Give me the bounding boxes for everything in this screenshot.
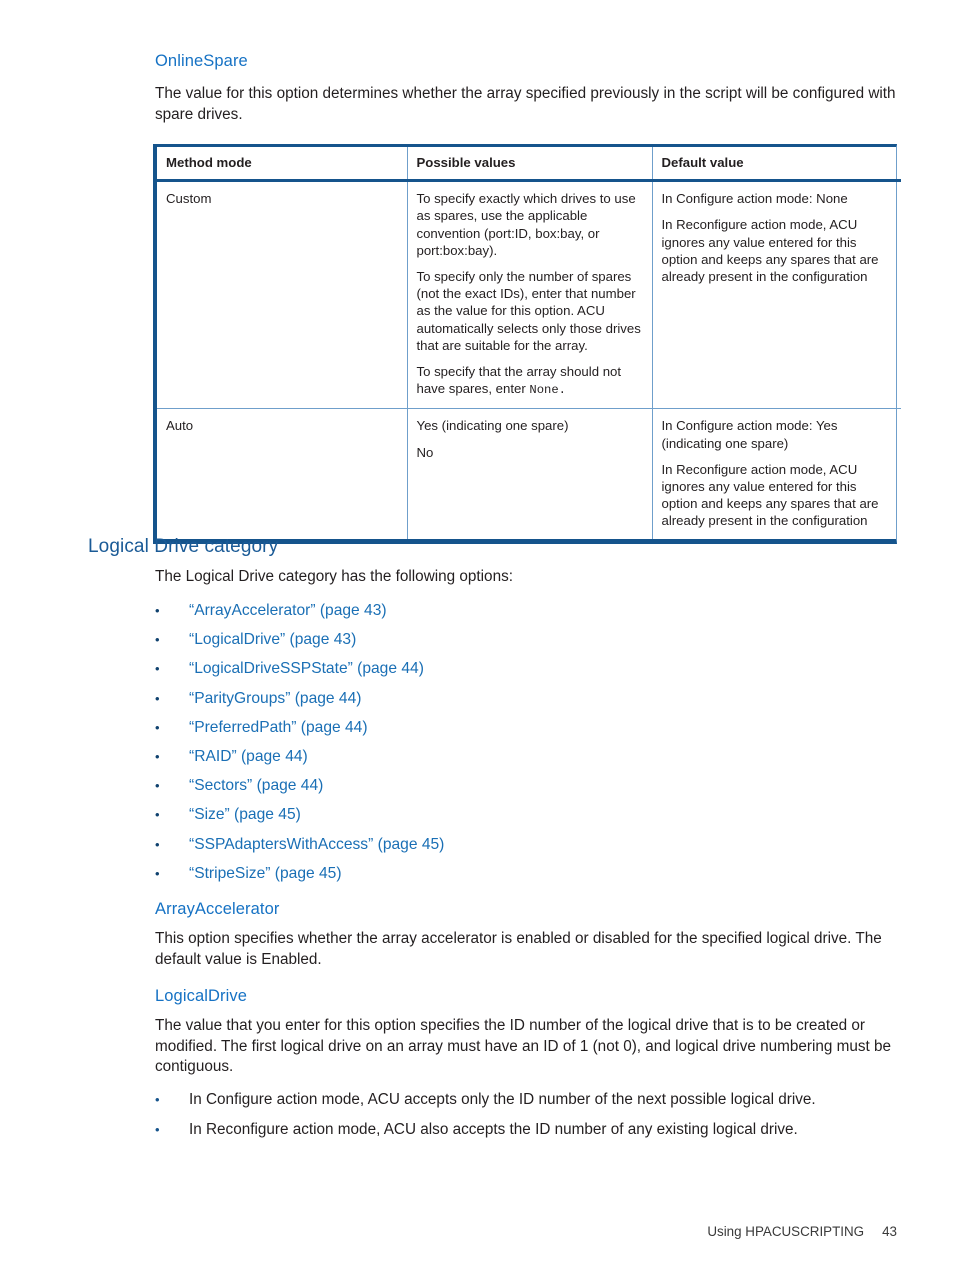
logical-drive-option-list: • “ArrayAccelerator” (page 43) • “Logica… bbox=[155, 596, 444, 888]
cross-reference-link[interactable]: “RAID” (page 44) bbox=[189, 742, 308, 771]
column-header-possible-values: Possible values bbox=[407, 147, 653, 183]
cell-default-value: In Configure action mode: None In Reconf… bbox=[652, 181, 901, 409]
heading-online-spare: OnlineSpare bbox=[155, 52, 248, 70]
possible-values-para: To specify that the array should not hav… bbox=[417, 363, 643, 399]
possible-values-para: Yes (indicating one spare) bbox=[416, 418, 569, 434]
cell-method-mode: Custom bbox=[157, 180, 408, 409]
table-row: Auto Yes (indicating one spare) No In Co… bbox=[157, 408, 901, 539]
cross-reference-link[interactable]: “ArrayAccelerator” (page 43) bbox=[189, 596, 387, 625]
list-item[interactable]: • “ParityGroups” (page 44) bbox=[155, 684, 444, 713]
cross-reference-link[interactable]: “PreferredPath” (page 44) bbox=[189, 713, 368, 742]
list-item[interactable]: • “Sectors” (page 44) bbox=[155, 771, 444, 800]
possible-values-para: To specify exactly which drives to use a… bbox=[416, 191, 636, 258]
cross-reference-link[interactable]: “ParityGroups” (page 44) bbox=[189, 684, 361, 713]
bullet-icon: • bbox=[155, 632, 160, 648]
bullet-icon: • bbox=[155, 865, 160, 881]
list-item[interactable]: • “ArrayAccelerator” (page 43) bbox=[155, 596, 444, 625]
heading-array-accelerator: ArrayAccelerator bbox=[155, 900, 280, 918]
logical-drive-mode-list: • In Configure action mode, ACU accepts … bbox=[155, 1085, 816, 1145]
cross-reference-link[interactable]: “StripeSize” (page 45) bbox=[189, 859, 342, 888]
bullet-icon: • bbox=[155, 807, 160, 823]
bullet-icon: • bbox=[155, 748, 160, 764]
paragraph-logical-drive: The value that you enter for this option… bbox=[155, 1017, 892, 1075]
possible-values-para: To specify only the number of spares (no… bbox=[416, 269, 641, 353]
list-item[interactable]: • “Size” (page 45) bbox=[155, 800, 444, 829]
list-item[interactable]: • “SSPAdaptersWithAccess” (page 45) bbox=[155, 830, 444, 859]
table-header-row: Method mode Possible values Default valu… bbox=[157, 147, 901, 183]
page-footer: Using HPACUSCRIPTING 43 bbox=[0, 1224, 954, 1239]
online-spare-table: Method mode Possible values Default valu… bbox=[157, 147, 901, 539]
column-header-method-mode: Method mode bbox=[157, 147, 408, 183]
bullet-icon: • bbox=[155, 719, 160, 735]
list-item[interactable]: • “PreferredPath” (page 44) bbox=[155, 713, 444, 742]
default-value-para: In Configure action mode: Yes (indicatin… bbox=[661, 418, 838, 451]
online-spare-table-wrapper: Method mode Possible values Default valu… bbox=[153, 144, 901, 544]
cell-possible-values: Yes (indicating one spare) No bbox=[407, 408, 653, 539]
cell-default-value: In Configure action mode: Yes (indicatin… bbox=[652, 408, 901, 539]
possible-values-para: No bbox=[416, 444, 434, 460]
bullet-icon: • bbox=[155, 778, 160, 794]
paragraph-online-spare-intro: The value for this option determines whe… bbox=[155, 85, 896, 123]
bullet-icon: • bbox=[155, 603, 160, 618]
cross-reference-link[interactable]: “LogicalDriveSSPState” (page 44) bbox=[189, 654, 424, 683]
bullet-icon: • bbox=[155, 1122, 160, 1137]
possible-values-text: To specify that the array should not hav… bbox=[416, 364, 622, 397]
list-item: • In Configure action mode, ACU accepts … bbox=[155, 1085, 816, 1115]
list-item[interactable]: • “LogicalDriveSSPState” (page 44) bbox=[155, 654, 444, 683]
list-item-text: In Reconfigure action mode, ACU also acc… bbox=[189, 1121, 798, 1138]
list-item[interactable]: • “StripeSize” (page 45) bbox=[155, 859, 444, 888]
cell-possible-values: To specify exactly which drives to use a… bbox=[407, 180, 653, 409]
bullet-icon: • bbox=[155, 661, 160, 677]
default-value-para: In Configure action mode: None bbox=[661, 191, 848, 207]
document-page: OnlineSpare The value for this option de… bbox=[0, 0, 954, 1271]
literal-none: None. bbox=[529, 383, 566, 398]
list-item[interactable]: • “LogicalDrive” (page 43) bbox=[155, 625, 444, 654]
list-item: • In Reconfigure action mode, ACU also a… bbox=[155, 1115, 816, 1145]
cross-reference-link[interactable]: “Sectors” (page 44) bbox=[189, 771, 323, 800]
heading-logical-drive: LogicalDrive bbox=[155, 987, 247, 1005]
bullet-icon: • bbox=[155, 690, 160, 706]
cross-reference-link[interactable]: “Size” (page 45) bbox=[189, 800, 301, 829]
cross-reference-link[interactable]: “LogicalDrive” (page 43) bbox=[189, 625, 356, 654]
heading-logical-drive-category: Logical Drive category bbox=[88, 536, 279, 557]
cell-method-mode: Auto bbox=[157, 408, 408, 539]
cross-reference-link[interactable]: “SSPAdaptersWithAccess” (page 45) bbox=[189, 830, 444, 859]
list-item[interactable]: • “RAID” (page 44) bbox=[155, 742, 444, 771]
footer-page-number: 43 bbox=[882, 1224, 897, 1239]
column-header-default-value: Default value bbox=[652, 147, 901, 183]
paragraph-array-accelerator: This option specifies whether the array … bbox=[155, 930, 882, 968]
default-value-para: In Reconfigure action mode, ACU ignores … bbox=[661, 461, 879, 529]
footer-title: Using HPACUSCRIPTING bbox=[707, 1224, 865, 1239]
paragraph-logical-drive-category-intro: The Logical Drive category has the follo… bbox=[155, 568, 513, 585]
default-value-para: In Reconfigure action mode, ACU ignores … bbox=[661, 217, 879, 285]
bullet-icon: • bbox=[155, 836, 160, 852]
bullet-icon: • bbox=[155, 1092, 160, 1107]
list-item-text: In Configure action mode, ACU accepts on… bbox=[189, 1091, 816, 1108]
table-row: Custom To specify exactly which drives t… bbox=[157, 180, 901, 409]
